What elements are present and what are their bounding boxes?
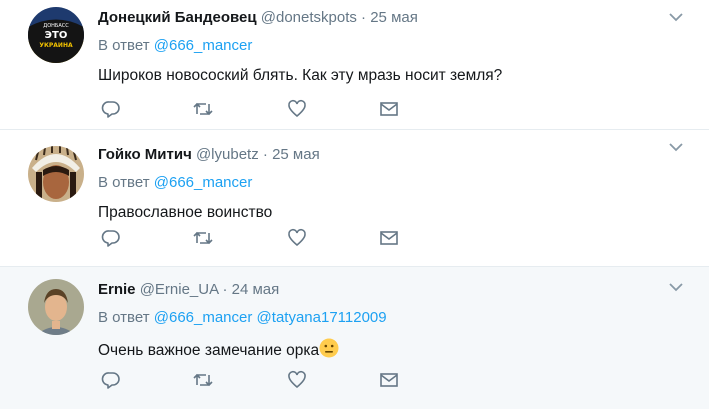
avatar[interactable] xyxy=(28,279,84,335)
tweet[interactable]: Гойко Митич @lyubetz · 25 мая В ответ @6… xyxy=(0,130,709,267)
retweet-icon xyxy=(193,231,213,245)
tweet-actions xyxy=(100,369,410,391)
separator-dot: · xyxy=(361,9,367,26)
like-button[interactable] xyxy=(286,369,308,391)
envelope-icon xyxy=(380,373,398,387)
reply-mention[interactable]: @tatyana17112009 xyxy=(257,309,387,326)
reply-mention[interactable]: @666_mancer xyxy=(154,309,253,326)
tweet-header: Ernie @Ernie_UA · 24 мая xyxy=(98,279,709,301)
avatar-text-3: УКРАИНА xyxy=(39,42,73,49)
direct-message-button[interactable] xyxy=(378,98,400,120)
display-name[interactable]: Гойко Митич xyxy=(98,146,192,163)
tweet-actions xyxy=(100,227,410,249)
envelope-icon xyxy=(380,102,398,116)
tweet-actions xyxy=(100,98,410,120)
tweet-text: Широков новосоский блять. Как эту мразь … xyxy=(98,67,503,84)
username[interactable]: @Ernie_UA xyxy=(140,281,219,298)
display-name[interactable]: Донецкий Бандеовец xyxy=(98,9,257,26)
reply-button[interactable] xyxy=(100,369,122,391)
reply-context: В ответ @666_mancer xyxy=(98,174,709,191)
chevron-down-icon[interactable] xyxy=(669,142,683,152)
heart-icon xyxy=(288,99,306,118)
reply-prefix: В ответ xyxy=(98,174,150,191)
username[interactable]: @donetskpots xyxy=(261,9,357,26)
display-name[interactable]: Ernie xyxy=(98,281,136,298)
direct-message-button[interactable] xyxy=(378,227,400,249)
chevron-down-icon[interactable] xyxy=(669,282,683,292)
timestamp[interactable]: 25 мая xyxy=(272,146,320,163)
timestamp[interactable]: 24 мая xyxy=(232,281,280,298)
chevron-down-icon[interactable] xyxy=(669,12,683,22)
reply-prefix: В ответ xyxy=(98,309,150,326)
separator-dot: · xyxy=(222,281,228,298)
separator-dot: · xyxy=(262,146,268,163)
retweet-button[interactable] xyxy=(192,369,214,391)
avatar[interactable]: ДОНБАСС ЭТО УКРАИНА xyxy=(28,7,84,63)
retweet-icon xyxy=(193,373,213,387)
direct-message-button[interactable] xyxy=(378,369,400,391)
retweet-icon xyxy=(193,102,213,116)
reply-button[interactable] xyxy=(100,98,122,120)
tweet-text: Очень важное замечание орка xyxy=(98,338,709,361)
reply-button[interactable] xyxy=(100,227,122,249)
avatar[interactable] xyxy=(28,146,84,202)
reply-prefix: В ответ xyxy=(98,37,150,54)
tweet-text-body: Очень важное замечание орка xyxy=(98,342,320,359)
timestamp[interactable]: 25 мая xyxy=(370,9,418,26)
reply-icon xyxy=(101,372,120,389)
tweet-header: Гойко Митич @lyubetz · 25 мая xyxy=(98,144,709,166)
tweet-text: Православное воинство xyxy=(98,204,273,221)
reply-icon xyxy=(101,101,120,118)
envelope-icon xyxy=(380,231,398,245)
like-button[interactable] xyxy=(286,227,308,249)
reply-mention[interactable]: @666_mancer xyxy=(154,37,253,54)
username[interactable]: @lyubetz xyxy=(196,146,259,163)
heart-icon xyxy=(288,370,306,389)
neutral-face-emoji xyxy=(319,338,339,358)
reply-icon xyxy=(101,230,120,247)
avatar-text-1: ДОНБАСС xyxy=(43,23,69,29)
tweet-header: Донецкий Бандеовец @donetskpots · 25 мая xyxy=(98,7,709,29)
tweet[interactable]: ДОНБАСС ЭТО УКРАИНА Донецкий Бандеовец @… xyxy=(0,0,709,130)
reply-context: В ответ @666_mancer @tatyana17112009 xyxy=(98,309,709,326)
retweet-button[interactable] xyxy=(192,227,214,249)
reply-context: В ответ @666_mancer xyxy=(98,37,709,54)
avatar-text-2: ЭТО xyxy=(45,30,68,41)
tweet[interactable]: Ernie @Ernie_UA · 24 мая В ответ @666_ma… xyxy=(0,267,709,409)
like-button[interactable] xyxy=(286,98,308,120)
heart-icon xyxy=(288,228,306,247)
retweet-button[interactable] xyxy=(192,98,214,120)
reply-mention[interactable]: @666_mancer xyxy=(154,174,253,191)
